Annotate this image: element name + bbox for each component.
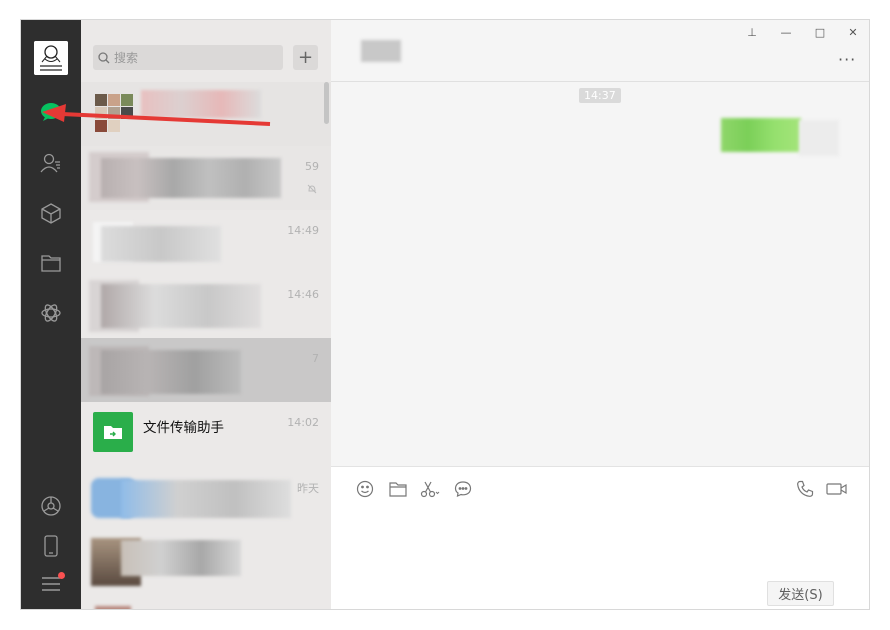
- phone-icon[interactable]: [39, 534, 63, 558]
- chat-time: 7: [312, 352, 319, 365]
- chat-name: 文件传输助手: [143, 420, 224, 436]
- chat-list-item-file-transfer[interactable]: 文件传输助手 14:02: [81, 402, 331, 466]
- chat-list-item[interactable]: 59: [81, 146, 331, 210]
- folder-icon[interactable]: [39, 251, 63, 275]
- close-button[interactable]: ✕: [846, 26, 860, 39]
- search-placeholder: 搜索: [114, 51, 139, 65]
- menu-notification-dot: [58, 572, 65, 579]
- video-call-icon[interactable]: [825, 479, 849, 499]
- chat-time: 14:49: [287, 224, 319, 237]
- box-icon[interactable]: [39, 201, 63, 225]
- conversation-pane: ⊥ — □ ✕ ··· 14:37 发送(S): [331, 20, 869, 609]
- chat-history-icon[interactable]: [453, 479, 473, 499]
- file-transfer-icon: [104, 426, 122, 439]
- chat-list-item[interactable]: 昨天: [81, 466, 331, 530]
- add-chat-button[interactable]: +: [293, 45, 318, 70]
- pin-icon[interactable]: ⊥: [745, 26, 759, 39]
- chat-list-item[interactable]: [81, 530, 331, 594]
- search-icon: [98, 51, 110, 63]
- mute-icon: [307, 184, 317, 194]
- chat-list-item[interactable]: 7: [81, 338, 331, 402]
- maximize-button[interactable]: □: [813, 26, 827, 39]
- chat-list-item[interactable]: [81, 594, 331, 609]
- conversation-header: ⊥ — □ ✕ ···: [331, 20, 869, 82]
- chat-time: 昨天: [297, 482, 319, 495]
- send-button[interactable]: 发送(S): [767, 581, 834, 606]
- sent-message-bubble[interactable]: [721, 118, 841, 156]
- chat-list-item[interactable]: 14:46: [81, 274, 331, 338]
- emoji-icon[interactable]: [355, 479, 375, 499]
- search-box[interactable]: 搜索: [93, 45, 283, 70]
- annotation-arrow: [42, 104, 271, 126]
- chat-list-item[interactable]: 14:49: [81, 210, 331, 274]
- contacts-icon[interactable]: [39, 151, 63, 175]
- message-timestamp: 14:37: [579, 88, 621, 103]
- voice-call-icon[interactable]: [795, 479, 815, 499]
- user-avatar[interactable]: [34, 41, 68, 75]
- chat-list-scrollbar[interactable]: [324, 82, 329, 124]
- chat-time: 14:46: [287, 288, 319, 301]
- file-icon[interactable]: [388, 479, 408, 499]
- file-transfer-avatar: [93, 412, 133, 452]
- mini-program-icon[interactable]: [39, 301, 63, 325]
- message-input-area[interactable]: 发送(S): [331, 466, 869, 609]
- screenshot-scissors-icon[interactable]: [420, 479, 440, 499]
- minimize-button[interactable]: —: [779, 26, 793, 39]
- chat-time: 14:02: [287, 416, 319, 429]
- contact-name-blurred: [361, 40, 401, 62]
- moments-icon[interactable]: [39, 494, 63, 518]
- more-options-icon[interactable]: ···: [838, 50, 856, 69]
- chat-time: 59: [305, 160, 319, 173]
